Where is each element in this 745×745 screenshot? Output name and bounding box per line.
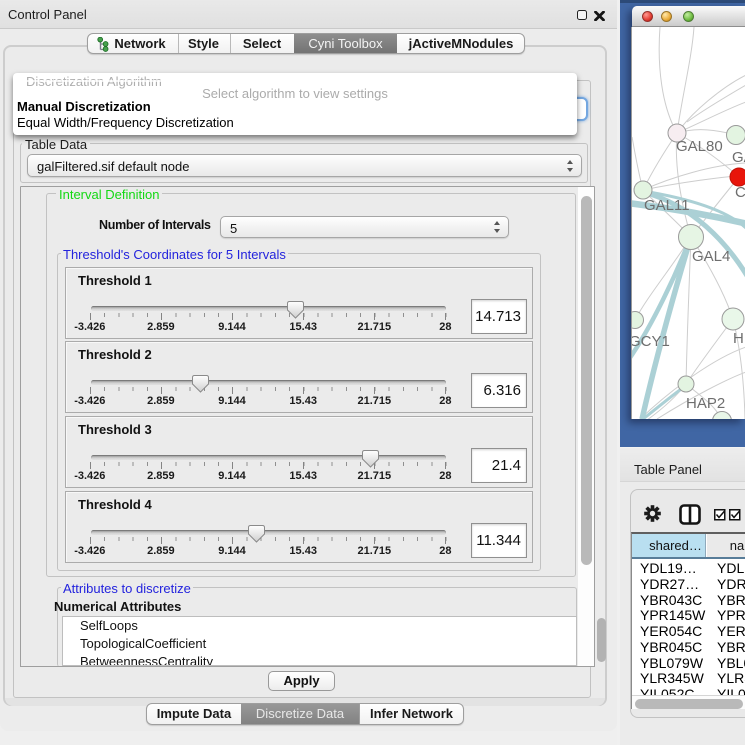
svg-text:GAL4: GAL4 xyxy=(692,248,730,265)
svg-text:GCY1: GCY1 xyxy=(632,333,670,350)
svg-text:GAL11: GAL11 xyxy=(644,197,690,214)
svg-text:HAP2: HAP2 xyxy=(686,395,725,412)
svg-text:GA: GA xyxy=(732,149,745,166)
svg-text:H: H xyxy=(733,330,744,347)
svg-text:C: C xyxy=(735,184,745,201)
svg-text:GAL80: GAL80 xyxy=(676,138,723,155)
